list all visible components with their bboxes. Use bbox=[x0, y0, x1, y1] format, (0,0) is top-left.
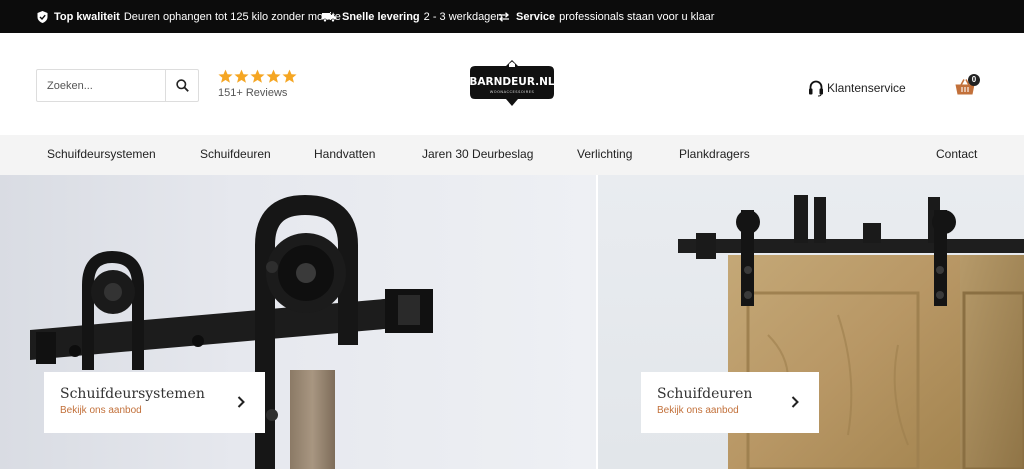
search-icon bbox=[175, 79, 189, 92]
truck-icon bbox=[322, 11, 336, 23]
usp-quality-bold: Top kwaliteit bbox=[54, 10, 120, 23]
star-icon bbox=[218, 69, 233, 83]
star-icon bbox=[266, 69, 281, 83]
exchange-icon bbox=[498, 11, 510, 23]
review-rating[interactable]: 151+ Reviews bbox=[218, 69, 297, 99]
usp-service-bold: Service bbox=[516, 10, 556, 23]
main-navigation: Schuifdeursystemen Schuifdeuren Handvatt… bbox=[0, 135, 1024, 175]
star-icon bbox=[282, 69, 297, 83]
banner-subtitle: Bekijk ons aanbod bbox=[60, 405, 142, 416]
star-icon bbox=[234, 69, 249, 83]
nav-item-schuifdeuren[interactable]: Schuifdeuren bbox=[200, 135, 271, 175]
logo-graphic: BARNDEUR.NL WOONACCESSOIRES bbox=[469, 60, 555, 106]
banner-title: Schuifdeursystemen bbox=[60, 386, 205, 402]
chevron-right-icon bbox=[237, 396, 245, 408]
site-logo[interactable]: BARNDEUR.NL WOONACCESSOIRES bbox=[469, 59, 555, 107]
usp-quality: Top kwaliteit Deuren ophangen tot 125 ki… bbox=[36, 0, 341, 33]
chevron-right-icon bbox=[791, 396, 799, 408]
usp-delivery-text: 2 - 3 werkdagen bbox=[423, 10, 503, 23]
headset-icon bbox=[809, 80, 823, 97]
site-header: 151+ Reviews BARNDEUR.NL WOONACCESSOIRES… bbox=[0, 33, 1024, 135]
reviews-count: 151+ Reviews bbox=[218, 87, 288, 99]
nav-item-verlichting[interactable]: Verlichting bbox=[577, 135, 632, 175]
nav-item-jaren-30-deurbeslag[interactable]: Jaren 30 Deurbeslag bbox=[422, 135, 533, 175]
banner-subtitle: Bekijk ons aanbod bbox=[657, 405, 739, 416]
search-button[interactable] bbox=[165, 70, 198, 101]
usp-service-text: professionals staan voor u klaar bbox=[559, 10, 715, 23]
nav-item-contact[interactable]: Contact bbox=[936, 135, 977, 175]
nav-item-plankdragers[interactable]: Plankdragers bbox=[679, 135, 750, 175]
banner-title: Schuifdeuren bbox=[657, 386, 753, 402]
cart-button[interactable]: 0 bbox=[955, 74, 981, 96]
usp-quality-text: Deuren ophangen tot 125 kilo zonder moei… bbox=[123, 10, 341, 23]
usp-delivery-bold: Snelle levering bbox=[342, 10, 420, 23]
banner-sliding-door-systems[interactable]: Schuifdeursystemen Bekijk ons aanbod bbox=[0, 175, 596, 469]
customer-service-link[interactable]: Klantenservice bbox=[808, 79, 906, 97]
star-rating bbox=[218, 69, 297, 84]
usp-delivery: Snelle levering 2 - 3 werkdagen bbox=[322, 0, 503, 33]
banner-card-sliding-doors[interactable]: Schuifdeuren Bekijk ons aanbod bbox=[641, 372, 819, 433]
banner-sliding-doors[interactable]: Schuifdeuren Bekijk ons aanbod bbox=[598, 175, 1024, 469]
logo-text: BARNDEUR.NL bbox=[469, 76, 554, 88]
nav-item-schuifdeursystemen[interactable]: Schuifdeursystemen bbox=[47, 135, 156, 175]
cart-count-badge: 0 bbox=[968, 74, 980, 86]
nav-item-handvatten[interactable]: Handvatten bbox=[314, 135, 375, 175]
usp-service: Service professionals staan voor u klaar bbox=[498, 0, 714, 33]
star-icon bbox=[250, 69, 265, 83]
customer-service-label: Klantenservice bbox=[827, 81, 906, 95]
search-input[interactable] bbox=[37, 70, 165, 101]
banner-card-sliding-door-systems[interactable]: Schuifdeursystemen Bekijk ons aanbod bbox=[44, 372, 265, 433]
logo-subtext: WOONACCESSOIRES bbox=[490, 90, 535, 94]
shield-check-icon bbox=[36, 10, 48, 23]
top-usp-bar: Top kwaliteit Deuren ophangen tot 125 ki… bbox=[0, 0, 1024, 33]
search-form bbox=[36, 69, 199, 102]
